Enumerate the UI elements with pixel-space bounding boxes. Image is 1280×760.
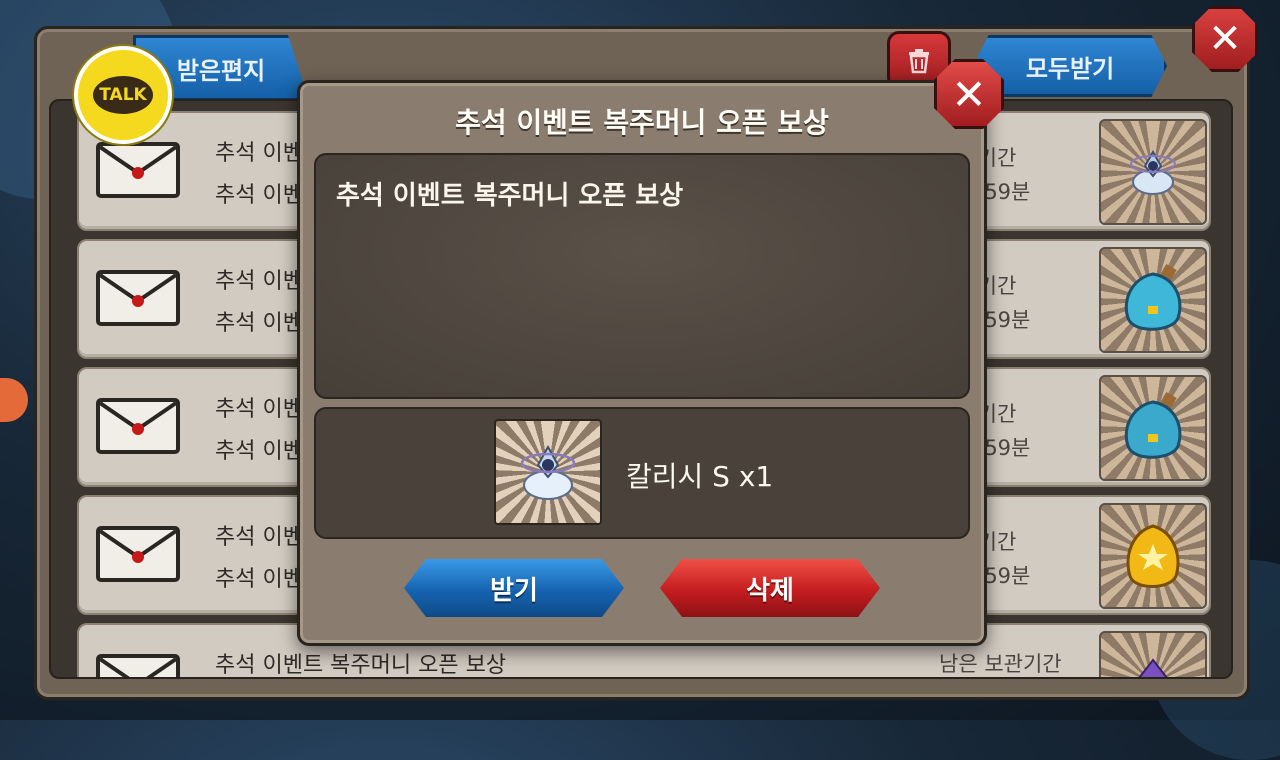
mail-row-item-slot	[1099, 631, 1207, 677]
reward-item-label: 칼리시 S x1	[626, 460, 774, 493]
dialog-title: 추석 이벤트 복주머니 오픈 보상	[455, 106, 829, 139]
chalice-icon	[520, 444, 576, 500]
mail-row-item-slot	[1099, 375, 1207, 481]
mail-row-subtitle: 추석 이벤	[215, 567, 303, 592]
expiry-label: 남은 보관기간	[939, 652, 1062, 676]
kakaotalk-icon: TALK	[93, 76, 153, 114]
mail-row-subtitle: 추석 이벤	[215, 311, 303, 336]
delete-button[interactable]: 삭제	[660, 559, 880, 617]
receive-button[interactable]: 받기	[404, 559, 624, 617]
mail-row-item-slot	[1099, 503, 1207, 609]
blue-potion-icon	[1124, 391, 1182, 459]
mail-row-subtitle: 추석 이벤	[215, 183, 303, 208]
purple-crystal-icon	[1138, 658, 1168, 677]
dialog-close-button[interactable]: ✕	[934, 59, 1004, 129]
envelope-icon	[96, 142, 180, 198]
envelope-icon	[96, 654, 180, 677]
mail-row-title: 추석 이벤	[215, 269, 303, 294]
close-icon: ✕	[951, 69, 987, 119]
close-icon: ✕	[1208, 16, 1242, 62]
mail-row-title: 추석 이벤	[215, 141, 303, 166]
trash-icon	[909, 49, 929, 74]
gold-potion-icon	[1126, 524, 1180, 588]
mail-row-item-slot	[1099, 119, 1207, 225]
mail-row-subtitle: 추석 이벤	[215, 439, 303, 464]
blue-potion-icon	[1124, 263, 1182, 331]
chalice-icon	[1130, 149, 1176, 195]
tab-received-label: 받은편지	[176, 56, 266, 85]
kakaotalk-badge[interactable]: TALK	[74, 46, 172, 144]
envelope-icon	[96, 526, 180, 582]
delete-button-label: 삭제	[746, 575, 794, 606]
message-body: 추석 이벤트 복주머니 오픈 보상	[314, 153, 970, 399]
mail-row-expiry: 남은 보관기간	[939, 647, 1062, 677]
envelope-icon	[96, 398, 180, 454]
mailbox-close-button[interactable]: ✕	[1192, 6, 1258, 72]
mail-row-title: 추석 이벤	[215, 525, 303, 550]
mail-detail-dialog: 추석 이벤트 복주머니 오픈 보상 ✕ 추석 이벤트 복주머니 오픈 보상 칼리…	[297, 59, 1004, 646]
mail-row-item-slot	[1099, 247, 1207, 353]
reward-area: 칼리시 S x1	[314, 407, 970, 539]
mail-row-title: 추석 이벤트 복주머니 오픈 보상	[215, 653, 507, 678]
message-text: 추석 이벤트 복주머니 오픈 보상	[336, 181, 684, 211]
reward-item-slot[interactable]	[494, 419, 602, 525]
receive-button-label: 받기	[490, 575, 538, 606]
collect-all-label: 모두받기	[1025, 54, 1115, 83]
kakaotalk-label: TALK	[99, 85, 147, 105]
envelope-icon	[96, 270, 180, 326]
mail-row-title: 추석 이벤	[215, 397, 303, 422]
side-menu-handle[interactable]	[0, 378, 28, 422]
